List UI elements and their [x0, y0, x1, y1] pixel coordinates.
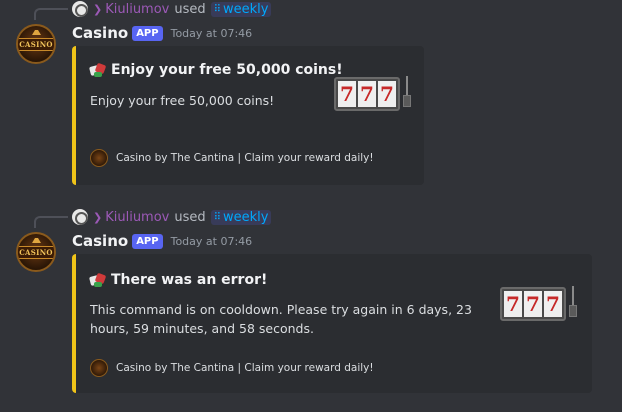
slot-machine-icon[interactable]: 7 7 7 [500, 286, 578, 322]
crown-icon [32, 238, 41, 243]
crown-icon [32, 30, 41, 35]
author-avatar[interactable]: CASINO [16, 24, 56, 64]
timestamp[interactable]: Today at 07:46 [171, 235, 253, 248]
slot-reel: 7 [338, 81, 356, 107]
casino-logo-icon [90, 359, 108, 377]
reply-used-text: used [174, 1, 206, 17]
reply-username[interactable]: ❯ Kiuliumov [93, 210, 169, 225]
slot-reel: 7 [378, 81, 396, 107]
dice-icon [88, 272, 107, 288]
reply-connector [34, 8, 68, 20]
avatar-logo-text: CASINO [18, 245, 54, 259]
embed-description: Enjoy your free 50,000 coins! [90, 93, 275, 108]
message-header: Casino APP Today at 07:46 [72, 23, 252, 43]
slot-reel: 7 [524, 291, 542, 317]
reply-used-text: used [174, 209, 206, 225]
slot-reel: 7 [358, 81, 376, 107]
command-grid-icon: ⠿ [213, 3, 221, 15]
timestamp[interactable]: Today at 07:46 [171, 27, 253, 40]
reply-avatar-icon[interactable] [72, 1, 88, 17]
slot-lever [402, 76, 412, 112]
footer-text: Casino by The Cantina | Claim your rewar… [116, 362, 374, 374]
app-badge: APP [132, 233, 163, 249]
slot-reel: 7 [544, 291, 562, 317]
embed: There was an error! This command is on c… [72, 254, 592, 393]
command-mention[interactable]: ⠿ weekly [210, 1, 272, 17]
dice-icon [88, 62, 107, 78]
message-header: Casino APP Today at 07:46 [72, 231, 252, 251]
author-name[interactable]: Casino [72, 24, 128, 42]
embed-title: Enjoy your free 50,000 coins! [88, 62, 343, 78]
command-mention[interactable]: ⠿ weekly [210, 209, 272, 225]
reply-avatar-icon[interactable] [72, 209, 88, 225]
reply-username[interactable]: ❯ Kiuliumov [93, 2, 169, 17]
avatar-logo-text: CASINO [18, 37, 54, 51]
slot-reel: 7 [504, 291, 522, 317]
embed: Enjoy your free 50,000 coins! Enjoy your… [72, 46, 424, 185]
footer-text: Casino by The Cantina | Claim your rewar… [116, 152, 374, 164]
embed-footer: Casino by The Cantina | Claim your rewar… [90, 359, 374, 377]
embed-title: There was an error! [88, 272, 267, 288]
slot-lever [568, 286, 578, 322]
casino-logo-icon [90, 149, 108, 167]
slot-machine-icon[interactable]: 7 7 7 [334, 76, 412, 112]
embed-footer: Casino by The Cantina | Claim your rewar… [90, 149, 374, 167]
app-badge: APP [132, 25, 163, 41]
reply-context[interactable]: ❯ Kiuliumov used ⠿ weekly [72, 208, 272, 226]
command-grid-icon: ⠿ [213, 211, 221, 223]
reply-connector [34, 216, 68, 228]
embed-description: This command is on cooldown. Please try … [90, 302, 472, 336]
reply-context[interactable]: ❯ Kiuliumov used ⠿ weekly [72, 0, 272, 18]
author-name[interactable]: Casino [72, 232, 128, 250]
author-avatar[interactable]: CASINO [16, 232, 56, 272]
